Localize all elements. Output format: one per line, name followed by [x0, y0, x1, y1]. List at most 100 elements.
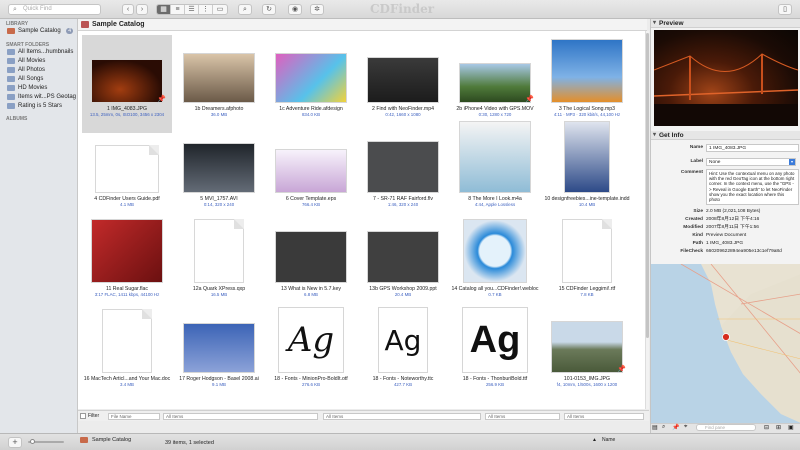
grid-item[interactable]: 2 Find with NeoFinder.mp4 0:42, 1660 x 10… [358, 35, 448, 133]
geotag-pin-icon[interactable]: 📌 [525, 95, 534, 103]
grid-item[interactable]: 📌 1 IMG_4083.JPG 13.5, 25mm, 0s, ISO100, 3… [82, 35, 172, 133]
zoom-slider[interactable] [28, 439, 64, 444]
cover-view-icon[interactable]: ▭ [213, 5, 227, 14]
quicklook-button[interactable]: ◉ [288, 4, 302, 15]
magnifier-icon: ⌕ [243, 6, 247, 13]
item-details: 276.6 KB [301, 382, 321, 387]
grid-item[interactable]: 📌 101-0153_IMG.JPG f4, 10mm, 1/500s, 1600 … [542, 305, 632, 403]
grid-item[interactable]: 1b Dreamers.afphoto 36.0 MB [174, 35, 264, 133]
item-details: 0:42, 1660 x 1080 [385, 112, 421, 117]
geotag-pin-icon[interactable]: 📌 [672, 424, 679, 431]
inspector-toggle-button[interactable]: ▯ [778, 4, 792, 15]
grid-item[interactable]: 15 CDFinder Leggimi!.rtf 7.8 KB [542, 215, 632, 313]
geotag-pin-icon[interactable]: 📌 [617, 365, 626, 373]
zoom-in-icon[interactable]: ⊞ [776, 424, 781, 431]
zoom-out-icon[interactable]: ⊟ [764, 424, 769, 431]
comment-field[interactable]: Hint: Use the contextual menu on any pho… [706, 169, 799, 205]
gear-icon: ✲ [314, 6, 320, 13]
geotag-pin-icon[interactable]: 📌 [157, 95, 166, 103]
find-place-input[interactable]: Find pane [696, 424, 756, 431]
grid-item[interactable]: 13 What is New in 5.7.key 6.8 MB [266, 215, 356, 313]
filter-select-4[interactable]: All Items [564, 413, 644, 420]
preview-header[interactable]: Preview [651, 19, 800, 28]
eye-icon: ◉ [291, 6, 299, 13]
filter-select-1[interactable]: All Items [163, 413, 318, 420]
tag-icon[interactable]: ▤ [652, 424, 658, 431]
grid-item[interactable]: 14 Catalog all you...CDFinder!.webloc 0.7… [450, 215, 540, 313]
item-thumbnail [562, 219, 612, 283]
vertical-scrollbar[interactable] [645, 31, 649, 409]
sort-field[interactable]: Name [602, 435, 615, 445]
sidebar-item-rating[interactable]: Rating is 5 Stars [0, 102, 77, 111]
search-input[interactable]: ⌕ Quick Find [8, 4, 101, 15]
smart-folder-icon [7, 58, 15, 64]
columns-view-icon[interactable]: ☰ [185, 5, 199, 14]
sidebar-item-all-items[interactable]: All Items...humbnails [0, 48, 77, 57]
info-key: Created [685, 217, 703, 222]
label-select[interactable]: None ▾ [706, 158, 796, 166]
filter-name-input[interactable]: File Name [108, 413, 160, 420]
sidebar-item-label: Rating is 5 Stars [18, 103, 63, 109]
sidebar-item-all-songs[interactable]: All Songs [0, 75, 77, 84]
get-info-header[interactable]: Get Info [651, 131, 800, 140]
add-button[interactable]: + [8, 437, 22, 448]
grid-item[interactable]: Ag 18 - Fonts - MinionPro-BoldIt.otf 276.6… [266, 305, 356, 403]
item-thumbnail [91, 59, 163, 103]
item-thumbnail [95, 145, 159, 193]
grid-item[interactable]: 8 The More I Look.m4a 4:44, Apple Lossles… [450, 121, 540, 223]
item-details: 766.4 KB [301, 202, 321, 207]
item-thumbnail: Ag [378, 307, 428, 373]
grid-item[interactable]: 17 Roger Hodgson - Basel 2008.ai 9.1 MB [174, 305, 264, 403]
find-place-placeholder: Find pane [705, 425, 726, 430]
filter-checkbox[interactable] [80, 413, 86, 419]
sort-direction-icon[interactable]: ▲ [592, 435, 597, 445]
grid-item[interactable]: 12a Quark XPress.qxp 16.5 MB [174, 215, 264, 313]
back-button[interactable]: ‹ [122, 4, 134, 15]
grid-item[interactable]: 7 - SR-71 RAF Fairford.flv 1:46, 320 x 24… [358, 125, 448, 223]
grid-item[interactable]: Ag 18 - Fonts - Noteworthy.ttc 427.7 KB [358, 305, 448, 403]
grid-item[interactable]: 6 Cover Template.eps 766.4 KB [266, 125, 356, 223]
grid-view-icon[interactable]: ▦ [157, 5, 171, 14]
item-details: 3:17 FLAC, 1411 kbps, 44100 Hz [94, 292, 160, 297]
comment-label: Comment [680, 170, 703, 175]
albums-header: ALBUMS [6, 116, 28, 122]
grid-item[interactable]: 3 The Logical Song.mp3 4:11 · MP3 · 320 k… [542, 35, 632, 133]
grid-item[interactable]: 16 MacTech Articl...and Your Mac.doc 3.4 … [82, 305, 172, 403]
info-value: 1 IMG_4083.JPG [706, 241, 744, 246]
grid-item[interactable]: 1c Adventure Ride.afdesign 834.0 KB [266, 35, 356, 133]
name-field[interactable]: 1 IMG_4083.JPG [706, 144, 799, 152]
update-button[interactable]: ↻ [262, 4, 276, 15]
find-button[interactable]: ⌕ [238, 4, 252, 15]
sidebar-item-gps-geotag[interactable]: Items wit...PS Geotag [0, 93, 77, 102]
smart-folder-icon [7, 67, 15, 73]
grid-item[interactable]: Ag 18 - Fonts - ThonburiBold.ttf 256.9 KB [450, 305, 540, 403]
forward-button[interactable]: › [136, 4, 148, 15]
view-mode-switcher: ▦ ≡ ☰ ⋮ ▭ [156, 4, 228, 15]
outline-view-icon[interactable]: ⋮ [199, 5, 213, 14]
grid-item[interactable]: 📌 2b iPhone4 Video with GPS.MOV 0:30, 1280… [450, 35, 540, 133]
map-view[interactable] [651, 264, 800, 423]
sidebar-item-sample-catalog[interactable]: Sample Catalog 4 [0, 27, 77, 36]
chevron-right-icon: › [140, 6, 144, 13]
page-title: Sample Catalog [92, 21, 145, 28]
slider-knob[interactable] [30, 439, 35, 444]
sidebar-item-all-movies[interactable]: All Movies [0, 57, 77, 66]
grid-item[interactable]: 11 Real Sugar.flac 3:17 FLAC, 1411 kbps, … [82, 215, 172, 313]
search-icon[interactable]: ⌕ [662, 424, 665, 431]
grid-item[interactable]: 10 designfreebies...ine-template.indd 10.… [542, 121, 632, 223]
location-icon[interactable]: ⌖ [684, 424, 687, 431]
info-value: 2007年8月11日 下午1:56 [706, 225, 759, 230]
sidebar-item-hd-movies[interactable]: HD Movies [0, 84, 77, 93]
map-type-icon[interactable]: ▣ [788, 424, 794, 431]
item-thumbnail [551, 39, 623, 103]
list-view-icon[interactable]: ≡ [171, 5, 185, 14]
sidebar-item-all-photos[interactable]: All Photos [0, 66, 77, 75]
grid-item[interactable]: 4 CDFinder Users Guide.pdf 4.1 MB [82, 125, 172, 223]
grid-item[interactable]: 13b GPS Workshop 2009.ppt 20.4 MB [358, 215, 448, 313]
filter-select-2[interactable]: All Items [323, 413, 481, 420]
scrollbar-thumb[interactable] [646, 33, 649, 338]
settings-button[interactable]: ✲ [310, 4, 324, 15]
status-catalog: Sample Catalog [92, 437, 132, 443]
filter-select-3[interactable]: All Items [485, 413, 560, 420]
grid-item[interactable]: 5 MVI_1757.AVI 0:14, 320 x 240 [174, 125, 264, 223]
